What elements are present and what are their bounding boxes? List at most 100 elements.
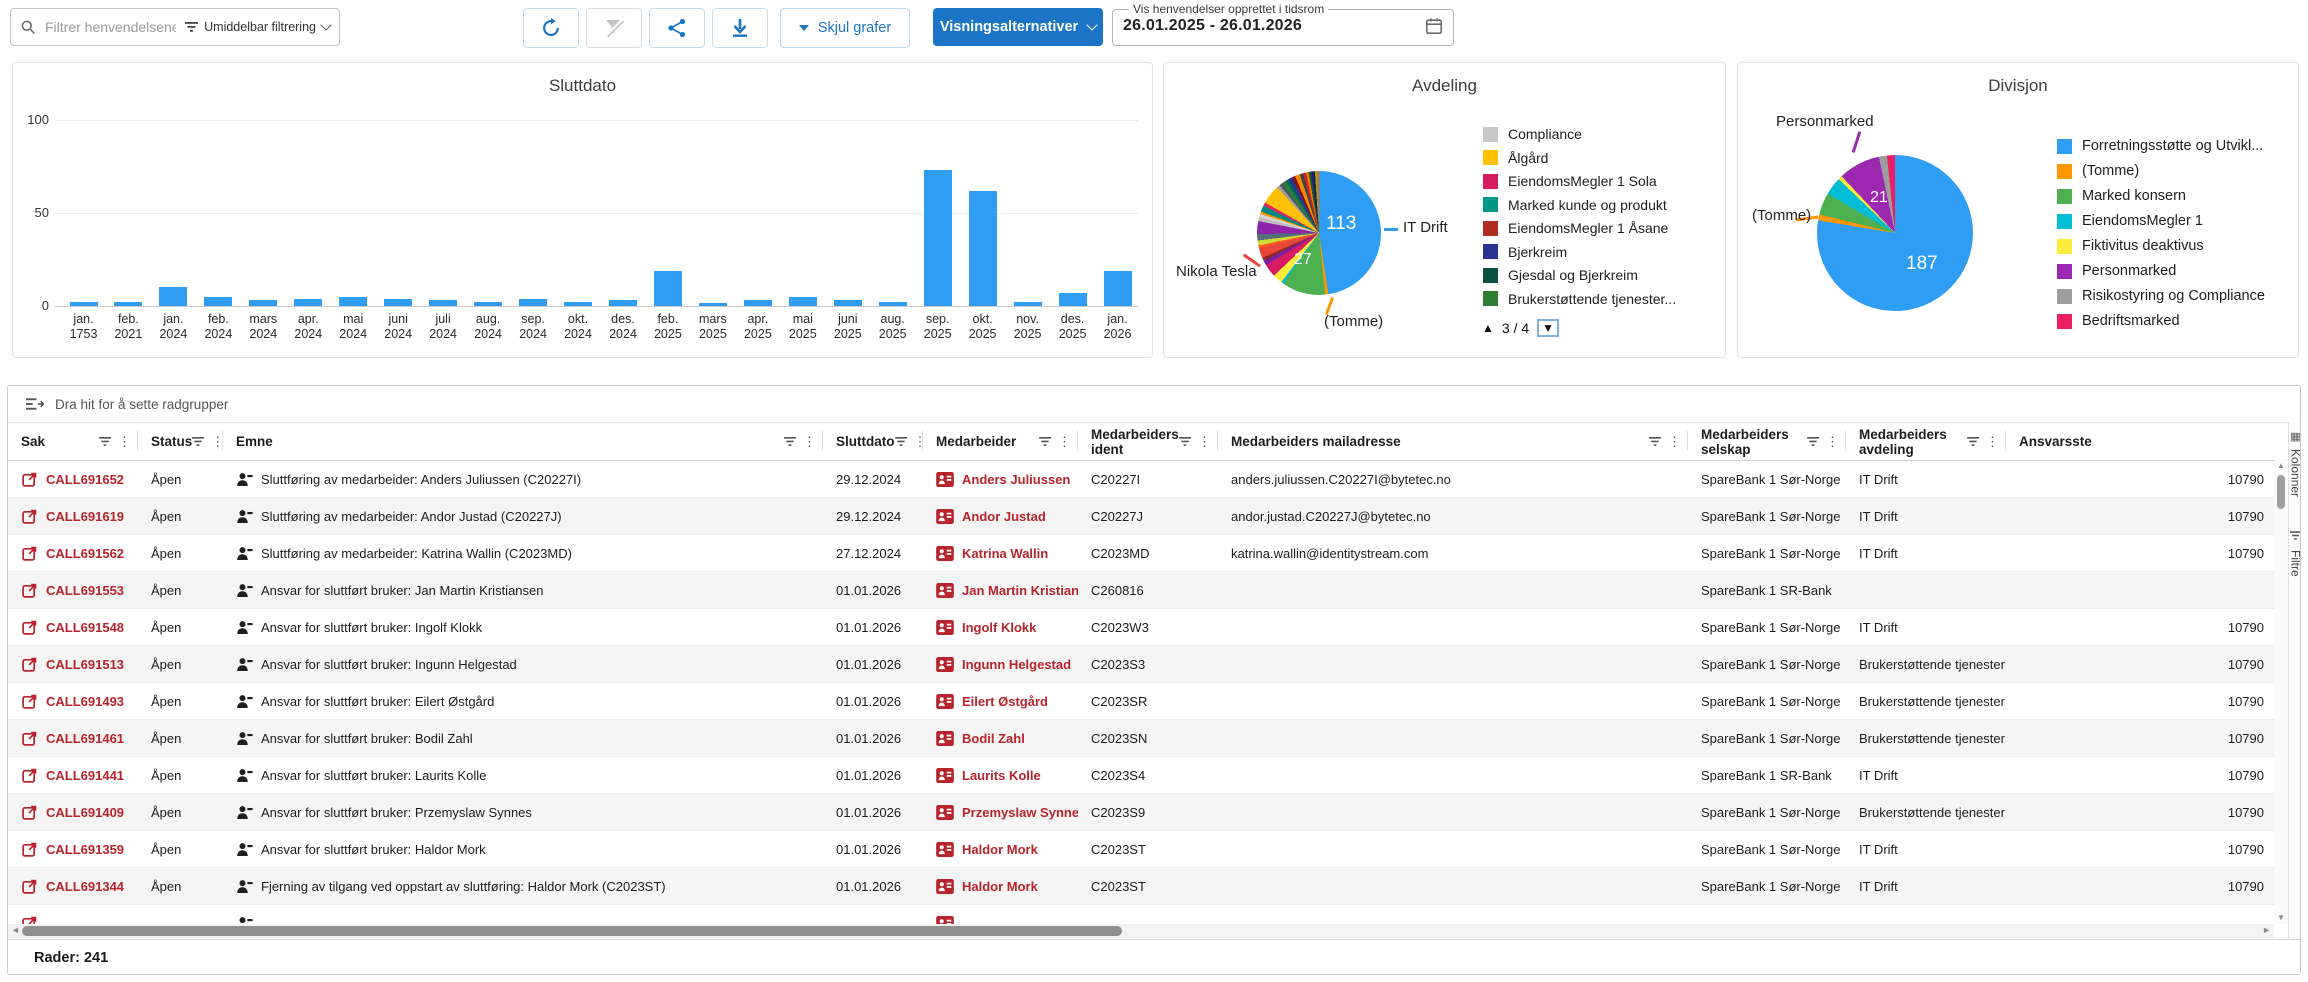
- hide-charts-button[interactable]: Skjul grafer: [780, 8, 910, 48]
- cell-sak[interactable]: CALL691359: [8, 831, 138, 867]
- contact-card-icon[interactable]: [936, 546, 954, 561]
- cell-sak[interactable]: CALL691493: [8, 683, 138, 719]
- case-link[interactable]: CALL691652: [46, 472, 124, 487]
- column-menu-icon[interactable]: ⋮: [1668, 434, 1681, 450]
- bar-mars 2024[interactable]: [249, 300, 277, 306]
- column-header-emne[interactable]: Emne⋮: [223, 423, 823, 460]
- case-link[interactable]: CALL691562: [46, 546, 124, 561]
- open-case-icon[interactable]: [21, 619, 38, 636]
- column-header-medarbeiders-mailadresse[interactable]: Medarbeiders mailadresse⋮: [1218, 423, 1688, 460]
- table-row[interactable]: CALL691493ÅpenAnsvar for sluttført bruke…: [8, 683, 2274, 720]
- open-case-icon[interactable]: [21, 878, 38, 895]
- legend-page-down-icon[interactable]: ▼: [1537, 319, 1559, 337]
- column-header-medarbeiders-selskap[interactable]: Medarbeiders selskap⋮: [1688, 423, 1846, 460]
- case-link[interactable]: CALL691344: [46, 879, 124, 894]
- open-case-icon[interactable]: [21, 656, 38, 673]
- column-header-medarbeiders-ident[interactable]: Medarbeiders ident⋮: [1078, 423, 1218, 460]
- legend-item[interactable]: Marked kunde og produkt: [1483, 197, 1676, 213]
- bar-mai 2025[interactable]: [789, 297, 817, 306]
- open-case-icon[interactable]: [21, 545, 38, 562]
- legend-item[interactable]: Marked konsern: [2057, 188, 2265, 204]
- calendar-icon[interactable]: [1425, 17, 1443, 35]
- bar-juli 2024[interactable]: [429, 300, 457, 306]
- bar-apr. 2025[interactable]: [744, 300, 772, 306]
- contact-card-icon[interactable]: [936, 768, 954, 783]
- open-case-icon[interactable]: [21, 767, 38, 784]
- table-row[interactable]: CALL691562ÅpenSluttføring av medarbeider…: [8, 535, 2274, 572]
- legend-item[interactable]: Personmarked: [2057, 263, 2265, 279]
- filters-panel-icon[interactable]: [2290, 531, 2301, 544]
- case-link[interactable]: CALL691548: [46, 620, 124, 635]
- legend-item[interactable]: Bedriftsmarked: [2057, 313, 2265, 329]
- employee-link[interactable]: Haldor Mork: [962, 879, 1038, 894]
- column-menu-icon[interactable]: ⋮: [803, 434, 816, 450]
- filter-mode-select[interactable]: Umiddelbar filtrering: [185, 20, 330, 34]
- legend-item[interactable]: EiendomsMegler 1 Sola: [1483, 173, 1676, 189]
- legend-item[interactable]: EiendomsMegler 1 Åsane: [1483, 220, 1676, 236]
- search-box[interactable]: Umiddelbar filtrering: [10, 8, 340, 46]
- employee-link[interactable]: Ingunn Helgestad: [962, 657, 1071, 672]
- cell-medarbeider[interactable]: Bodil Zahl: [923, 720, 1078, 756]
- cell-medarbeider[interactable]: [923, 905, 1078, 926]
- legend-item[interactable]: Fiktivitus deaktivus: [2057, 238, 2265, 254]
- bar-apr. 2024[interactable]: [294, 299, 322, 306]
- date-range-field[interactable]: Vis henvendelser opprettet i tidsrom 26.…: [1112, 2, 1454, 46]
- tab-kolonner[interactable]: Kolonner: [2289, 449, 2302, 497]
- case-link[interactable]: CALL691553: [46, 583, 124, 598]
- cell-medarbeider[interactable]: Anders Juliussen: [923, 461, 1078, 497]
- table-row[interactable]: CALL691359ÅpenAnsvar for sluttført bruke…: [8, 831, 2274, 868]
- contact-card-icon[interactable]: [936, 694, 954, 709]
- column-menu-icon[interactable]: ⋮: [1058, 434, 1071, 450]
- contact-card-icon[interactable]: [936, 731, 954, 746]
- column-filter-icon[interactable]: [99, 437, 111, 447]
- column-header-ansvarsste[interactable]: Ansvarsste: [2006, 423, 2274, 460]
- legend-item[interactable]: EiendomsMegler 1: [2057, 213, 2265, 229]
- table-row[interactable]: CALL691513ÅpenAnsvar for sluttført bruke…: [8, 646, 2274, 683]
- table-row[interactable]: [8, 905, 2274, 926]
- column-filter-icon[interactable]: [895, 437, 907, 447]
- horizontal-scrollbar[interactable]: ◄ ►: [8, 924, 2274, 938]
- column-menu-icon[interactable]: ⋮: [1198, 434, 1211, 450]
- employee-link[interactable]: Bodil Zahl: [962, 731, 1025, 746]
- bar-feb. 2025[interactable]: [654, 271, 682, 306]
- case-link[interactable]: CALL691493: [46, 694, 124, 709]
- cell-sak[interactable]: CALL691562: [8, 535, 138, 571]
- column-header-sluttdato[interactable]: Sluttdato⋮: [823, 423, 923, 460]
- bar-aug. 2024[interactable]: [474, 302, 502, 306]
- employee-link[interactable]: Andor Justad: [962, 509, 1046, 524]
- bar-jan. 2026[interactable]: [1104, 271, 1132, 306]
- cell-sak[interactable]: CALL691409: [8, 794, 138, 830]
- table-row[interactable]: CALL691652ÅpenSluttføring av medarbeider…: [8, 461, 2274, 498]
- table-row[interactable]: CALL691409ÅpenAnsvar for sluttført bruke…: [8, 794, 2274, 831]
- columns-panel-icon[interactable]: ▦: [2290, 430, 2300, 443]
- cell-sak[interactable]: CALL691619: [8, 498, 138, 534]
- table-row[interactable]: CALL691461ÅpenAnsvar for sluttført bruke…: [8, 720, 2274, 757]
- column-filter-icon[interactable]: [1967, 437, 1979, 447]
- contact-card-icon[interactable]: [936, 805, 954, 820]
- cell-medarbeider[interactable]: Haldor Mork: [923, 868, 1078, 904]
- cell-medarbeider[interactable]: Eilert Østgård: [923, 683, 1078, 719]
- bar-okt. 2025[interactable]: [969, 191, 997, 306]
- column-filter-icon[interactable]: [1039, 437, 1051, 447]
- bar-jan. 2024[interactable]: [159, 287, 187, 306]
- cell-sak[interactable]: [8, 905, 138, 926]
- employee-link[interactable]: Katrina Wallin: [962, 546, 1048, 561]
- bar-okt. 2024[interactable]: [564, 302, 592, 306]
- bar-des. 2024[interactable]: [609, 300, 637, 306]
- employee-link[interactable]: Eilert Østgård: [962, 694, 1048, 709]
- search-input[interactable]: [43, 18, 178, 36]
- contact-card-icon[interactable]: [936, 620, 954, 635]
- contact-card-icon[interactable]: [936, 583, 954, 598]
- scroll-right-icon[interactable]: ►: [2262, 925, 2271, 935]
- vertical-scrollbar[interactable]: ▲ ▼: [2274, 459, 2288, 924]
- legend-item[interactable]: Ålgård: [1483, 150, 1676, 166]
- table-row[interactable]: CALL691441ÅpenAnsvar for sluttført bruke…: [8, 757, 2274, 794]
- legend-item[interactable]: Gjesdal og Bjerkreim: [1483, 267, 1676, 283]
- share-button[interactable]: [649, 8, 705, 48]
- avdeling-pie[interactable]: [1257, 171, 1381, 295]
- legend-item[interactable]: Risikostyring og Compliance: [2057, 288, 2265, 304]
- bar-mars 2025[interactable]: [699, 303, 727, 306]
- case-link[interactable]: CALL691409: [46, 805, 124, 820]
- scroll-up-icon[interactable]: ▲: [2274, 461, 2288, 470]
- column-header-medarbeider[interactable]: Medarbeider⋮: [923, 423, 1078, 460]
